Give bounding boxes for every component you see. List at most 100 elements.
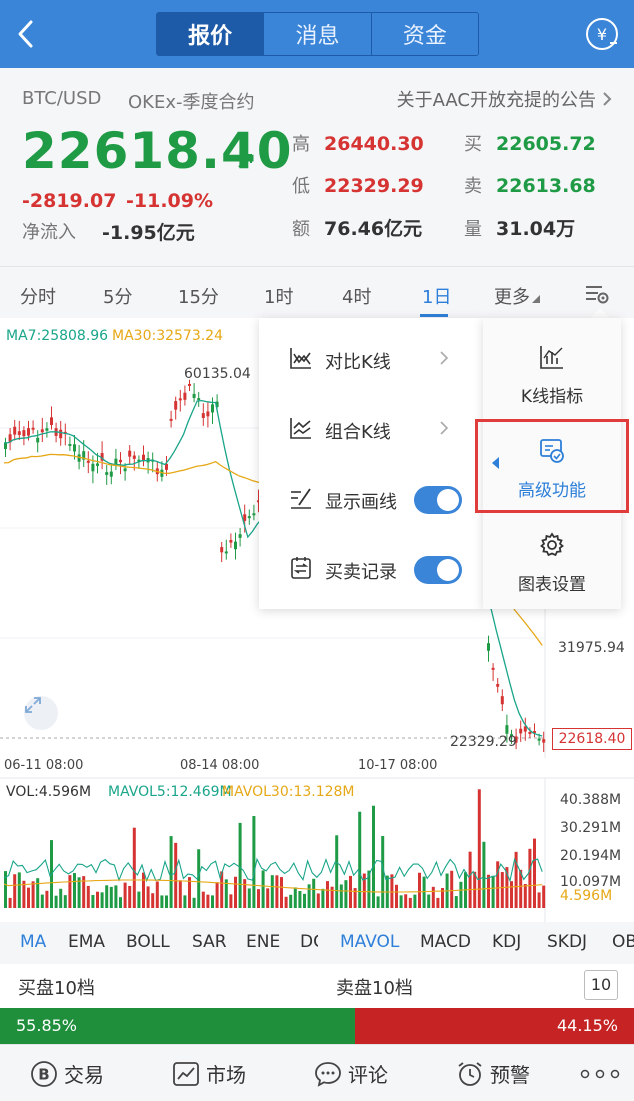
indicator-boll[interactable]: BOLL <box>126 932 170 952</box>
indicator-dc[interactable]: DC <box>300 932 318 952</box>
volume-bar <box>510 881 513 908</box>
vol-tick-1: 40.388M <box>560 792 622 808</box>
volume-bar <box>192 897 196 908</box>
tab-alert-label: 预警 <box>490 1063 530 1087</box>
trade-records-toggle[interactable] <box>414 556 462 584</box>
chevron-right-icon <box>603 92 612 106</box>
stat-volume: 量 31.04万 <box>464 214 575 241</box>
notice-link[interactable]: 关于AAC开放充提的公告 <box>397 86 612 112</box>
chart-settings-icon[interactable] <box>584 283 610 305</box>
show-drawing-toggle[interactable] <box>414 486 462 514</box>
timeframe-bar: 分时 5分 15分 1时 4时 1日 更多 <box>0 266 634 318</box>
candle-body <box>13 426 17 435</box>
timeframe-5m[interactable]: 5分 <box>103 283 132 309</box>
timeframe-4h[interactable]: 4时 <box>342 283 371 309</box>
popup-caret <box>590 308 610 318</box>
market-name: OKEx-季度合约 <box>128 92 255 113</box>
stat-low-label: 低 <box>292 176 310 197</box>
mavol30-label: MAVOL30:13.128M <box>222 784 355 800</box>
more-menu-button[interactable] <box>580 1069 620 1079</box>
volume-bar <box>284 896 288 908</box>
depth-selector[interactable]: 10 <box>584 970 618 1000</box>
candle-body <box>201 413 205 418</box>
timeframe-1d[interactable]: 1日 <box>422 283 451 309</box>
tab-alert[interactable]: 预警 <box>456 1059 530 1088</box>
stat-sell: 卖 22613.68 <box>464 172 596 198</box>
menu-combine-kline[interactable]: 组合K线 <box>259 394 483 464</box>
timeframe-1h[interactable]: 1时 <box>264 283 293 309</box>
candle-body <box>491 667 495 670</box>
indicator-obv[interactable]: OBV <box>612 932 634 952</box>
indicator-sar[interactable]: SAR <box>192 932 227 952</box>
volume-bar <box>45 890 49 908</box>
timeframe-active-indicator <box>420 314 448 317</box>
yen-circle-icon[interactable]: ¥ <box>584 16 620 52</box>
tab-quote[interactable]: 报价 <box>157 13 265 55</box>
price-change-pct: -11.09% <box>126 190 214 212</box>
alarm-icon <box>458 1061 482 1086</box>
indicator-skdj[interactable]: SKDJ <box>547 932 587 952</box>
pen-line-icon <box>291 488 311 509</box>
volume-bar <box>40 894 44 908</box>
timeframe-more[interactable]: 更多 <box>494 283 530 309</box>
volume-bar <box>169 836 173 908</box>
x-tick-3: 10-17 08:00 <box>358 758 438 773</box>
order-book-header: 买盘10档 卖盘10档 10 <box>0 964 634 1008</box>
tab-funds[interactable]: 资金 <box>371 13 478 55</box>
indicator-ma[interactable]: MA <box>20 932 46 952</box>
volume-bar <box>482 841 486 908</box>
menu-trade-records-label: 买卖记录 <box>325 562 397 583</box>
indicator-macd[interactable]: MACD <box>420 932 471 952</box>
candle-body <box>91 463 95 472</box>
current-price-tag: 22618.40 <box>552 728 632 750</box>
tab-market[interactable]: 市场 <box>172 1059 246 1088</box>
candle-body <box>192 393 196 399</box>
volume-bar <box>105 885 109 908</box>
volume-bar <box>413 894 417 908</box>
tab-comment[interactable]: 评论 <box>314 1059 388 1088</box>
volume-bar <box>459 881 463 908</box>
indicator-ene[interactable]: ENE <box>246 932 280 952</box>
ma7-label: MA7:25808.96 <box>6 328 109 344</box>
category-kline-indicator[interactable]: K线指标 <box>483 322 621 414</box>
stat-amount: 额 76.46亿元 <box>292 214 422 241</box>
menu-compare-kline-label: 对比K线 <box>325 352 391 373</box>
combine-kline-icon <box>290 418 311 439</box>
candle-body <box>183 392 187 400</box>
timeframe-minute[interactable]: 分时 <box>20 283 56 309</box>
candle-body <box>68 443 72 446</box>
volume-bar <box>261 870 265 908</box>
highlight-box <box>475 419 629 513</box>
volume-bar <box>408 897 412 908</box>
volume-bar <box>335 835 339 908</box>
stat-volume-value: 31.04万 <box>496 218 576 240</box>
indicator-kdj[interactable]: KDJ <box>492 932 521 952</box>
gear-icon <box>540 532 564 557</box>
volume-bar <box>390 874 394 908</box>
x-tick-1: 06-11 08:00 <box>4 758 84 773</box>
candle-body <box>123 468 127 472</box>
stat-sell-label: 卖 <box>464 176 482 197</box>
tab-trade[interactable]: B 交易 <box>30 1059 104 1088</box>
volume-bar <box>68 875 72 908</box>
tab-news[interactable]: 消息 <box>264 13 372 55</box>
ask-label[interactable]: 卖盘10档 <box>336 974 413 1000</box>
volume-bar <box>54 895 58 908</box>
more-dots-icon <box>580 1069 620 1079</box>
volume-bar <box>312 878 316 908</box>
bid-label[interactable]: 买盘10档 <box>18 974 95 1000</box>
candle-body <box>22 430 26 437</box>
popup-feature-panel: 对比K线 组合K线 显示画线 买卖记录 <box>259 318 483 609</box>
stat-sell-value: 22613.68 <box>496 175 596 197</box>
candle-body <box>500 696 504 705</box>
expand-button[interactable] <box>24 696 58 730</box>
menu-compare-kline[interactable]: 对比K线 <box>259 324 483 394</box>
indicator-ema[interactable]: EMA <box>68 932 105 952</box>
volume-bar <box>349 875 352 908</box>
back-button[interactable] <box>10 14 40 54</box>
timeframe-15m[interactable]: 15分 <box>178 283 219 309</box>
volume-bar <box>528 848 532 908</box>
indicator-mavol[interactable]: MAVOL <box>340 932 399 952</box>
stat-low: 低 22329.29 <box>292 172 424 198</box>
category-chart-settings[interactable]: 图表设置 <box>483 510 621 602</box>
